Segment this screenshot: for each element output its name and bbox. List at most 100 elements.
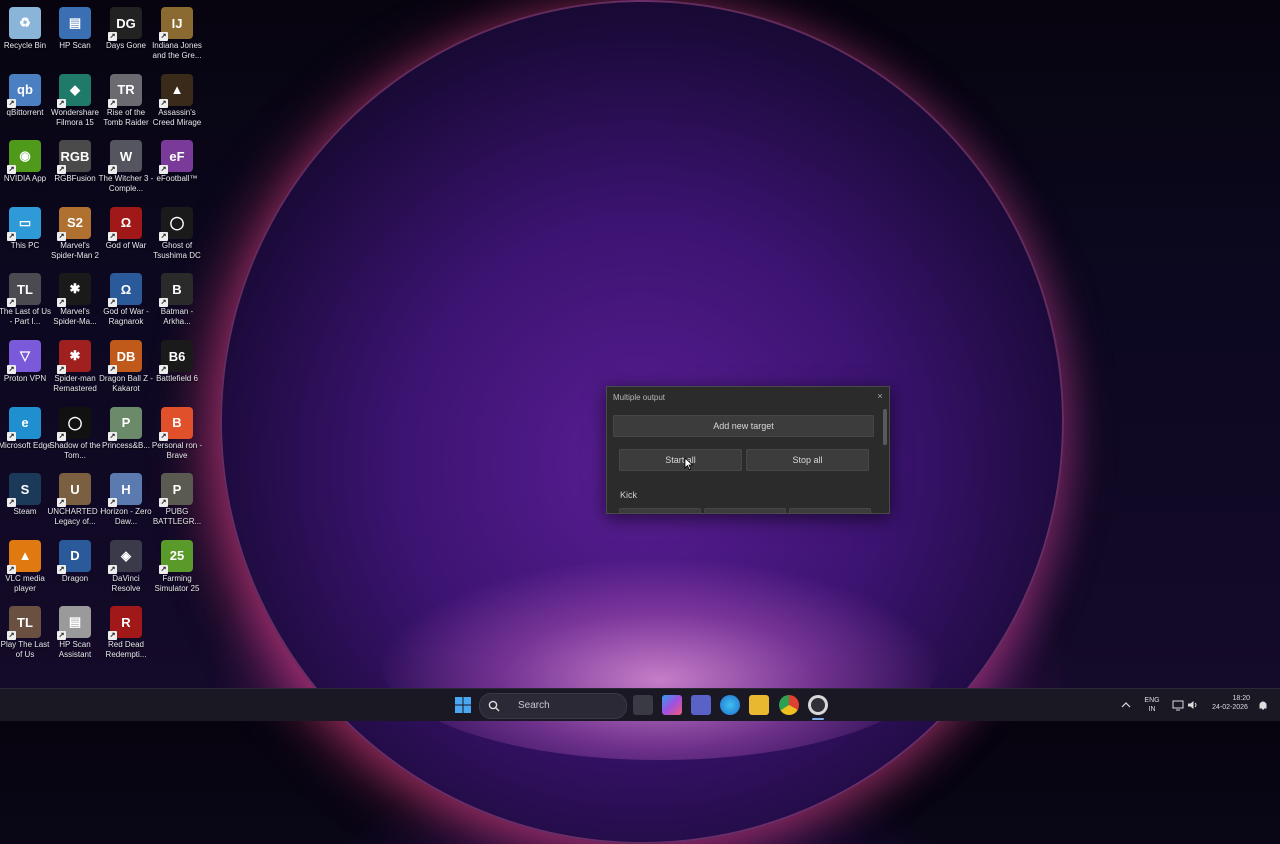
desktop-icon[interactable]: ♻ Recycle Bin [0,3,50,51]
desktop-icon[interactable]: RGB ↗ RGBFusion [50,136,100,184]
desktop-icon[interactable]: ✱ ↗ Spider-man Remastered [50,336,100,394]
dialog-scrollbar[interactable] [883,409,887,445]
shortcut-arrow-icon: ↗ [57,431,66,441]
shortcut-arrow-icon: ↗ [7,98,16,108]
shortcut-arrow-icon: ↗ [57,365,66,374]
kick-target-button[interactable] [619,508,701,513]
desktop-icon[interactable]: e ↗ Microsoft Edge [0,403,52,451]
desktop-icon[interactable]: qb ↗ qBittorrent [0,70,50,118]
start-all-button[interactable]: Start all [619,449,742,471]
kick-target-button[interactable] [789,508,871,513]
game-indiana-jones-icon: IJ ↗ [159,7,193,41]
desktop-icon[interactable]: ▽ ↗ Proton VPN [0,336,50,384]
desktop-icon[interactable]: ▤ HP Scan [50,3,100,51]
desktop-icon[interactable]: ◈ ↗ DaVinci Resolve [101,536,151,594]
volume-icon[interactable] [1187,699,1199,711]
desktop-icon[interactable]: DG ↗ Days Gone [101,3,151,51]
desktop-icon[interactable]: P ↗ Princess&B... [101,403,151,451]
desktop-icon[interactable]: 25 ↗ Farming Simulator 25 [152,536,202,594]
close-icon[interactable]: × [875,391,885,401]
desktop-icon[interactable]: TL ↗ The Last of Us - Part I... [0,269,52,327]
chevron-up-icon[interactable] [1121,701,1131,709]
desktop-icon[interactable]: ◯ ↗ Ghost of Tsushima DC [152,203,202,261]
shortcut-arrow-icon: ↗ [159,431,168,441]
desktop-icon[interactable]: ▭ ↗ This PC [0,203,50,251]
clock-date: 24-02-2026 [1212,704,1248,711]
shortcut-arrow-icon: ↗ [57,165,66,175]
shortcut-arrow-icon: ↗ [57,631,66,641]
desktop-icon-label: Batman - Arkha... [160,307,194,327]
desktop-icon-label: Red Dead Redempti... [105,640,147,660]
desktop-icon[interactable]: B ↗ Batman - Arkha... [152,269,202,327]
shortcut-arrow-icon: ↗ [108,631,117,641]
desktop-icon-label: Recycle Bin [3,41,47,50]
desktop-icon[interactable]: W ↗ The Witcher 3 - Comple... [98,136,154,194]
language-indicator[interactable]: ENG IN [1140,696,1164,714]
shortcut-arrow-icon: ↗ [7,365,16,374]
taskbar-search-box[interactable]: Search [479,693,627,719]
desktop-icon[interactable]: B ↗ Personal ron - Brave [152,403,202,461]
desktop-icon[interactable]: S ↗ Steam [0,469,50,517]
desktop-icon-label: Spider-man Remastered [53,374,97,393]
desktop-icon-label: Steam [13,507,37,517]
game-farming-sim-icon: 25 ↗ [159,539,193,574]
teams-icon[interactable] [691,695,711,715]
desktop-icon[interactable]: DB ↗ Dragon Ball Z - Kakarot [99,336,153,394]
desktop-icon[interactable]: TR ↗ Rise of the Tomb Raider [101,70,151,128]
task-view-icon[interactable] [633,695,653,715]
this-pc-icon: ▭ ↗ [7,206,41,241]
shortcut-arrow-icon: ↗ [159,498,168,508]
add-new-target-button[interactable]: Add new target [613,415,874,437]
game-efootball-icon: eF ↗ [159,140,193,175]
kick-target-button[interactable] [704,508,786,513]
desktop-icon[interactable]: S2 ↗ Marvel's Spider-Man 2 [50,203,100,261]
game-spiderman-icon: ✱ ↗ [57,273,91,308]
file-explorer-icon[interactable] [749,695,769,715]
desktop-icon-label: The Witcher 3 - Comple... [98,174,154,194]
shortcut-arrow-icon: ↗ [7,631,16,641]
windows-start-icon[interactable] [453,695,473,715]
desktop-icon-label: Shadow of the Tom... [49,440,101,460]
game-ac-mirage-icon: ▲ ↗ [159,73,193,108]
desktop-icon[interactable]: ✱ ↗ Marvel's Spider-Ma... [50,269,100,327]
obs-studio-icon[interactable] [808,695,828,715]
desktop-icon[interactable]: eF ↗ eFootball™ [152,136,202,184]
desktop-icon[interactable]: Ω ↗ God of War [101,203,151,251]
desktop-icon[interactable]: U ↗ UNCHARTED - Legacy of... [47,469,103,527]
desktop-icon[interactable]: TL ↗ Play The Last of Us [0,602,50,660]
desktop-icon[interactable]: ▤ ↗ HP Scan Assistant [50,602,100,660]
network-icon[interactable] [1172,699,1184,711]
notification-bell-icon[interactable] [1257,699,1269,711]
desktop-icon[interactable]: D ↗ Dragon [50,536,100,584]
game-ghost-tsushima-icon: ◯ ↗ [159,206,193,241]
shortcut-arrow-icon: ↗ [57,98,66,108]
desktop-icon[interactable]: B6 ↗ Battlefield 6 [152,336,202,384]
shortcut-arrow-icon: ↗ [159,231,168,241]
desktop-icon[interactable]: ◯ ↗ Shadow of the Tom... [49,403,101,461]
desktop-icon[interactable]: IJ ↗ Indiana Jones and the Gre... [152,3,202,61]
steam-icon: S ↗ [7,473,41,508]
chrome-icon[interactable] [779,695,799,715]
desktop-icon[interactable]: ▲ ↗ Assassin's Creed Mirage [152,70,202,128]
clock-time: 18:20 [1232,695,1250,702]
kick-section-label: Kick [620,490,638,500]
shortcut-arrow-icon: ↗ [108,32,117,41]
desktop-icon[interactable]: P ↗ PUBG BATTLEGR... [152,469,202,527]
desktop-icon-label: UNCHARTED - Legacy of... [47,507,103,527]
desktop-icon[interactable]: H ↗ Horizon - Zero Daw... [100,469,152,527]
copilot-icon[interactable] [662,695,682,715]
desktop-icon[interactable]: Ω ↗ God of War - Ragnarok [101,269,151,327]
desktop-icon[interactable]: ◉ ↗ NVIDIA App [0,136,50,184]
stop-all-button[interactable]: Stop all [746,449,869,471]
desktop-icon-label: The Last of Us - Part I... [0,307,52,327]
brave-icon: B ↗ [159,406,193,441]
desktop-icon[interactable]: ▲ ↗ VLC media player [0,536,50,594]
rgbfusion-icon: RGB ↗ [57,140,91,175]
desktop-icon[interactable]: R ↗ Red Dead Redempti... [101,602,151,660]
mouse-cursor-icon [684,457,694,471]
desktop-icon-label: HP Scan Assistant [58,640,92,660]
clock[interactable]: 18:20 24-02-2026 [1204,694,1256,712]
desktop-icon-label: NVIDIA App [3,174,47,184]
edge-taskbar-icon[interactable] [720,695,740,715]
desktop-icon[interactable]: ◆ ↗ Wondershare Filmora 15 [50,70,100,128]
